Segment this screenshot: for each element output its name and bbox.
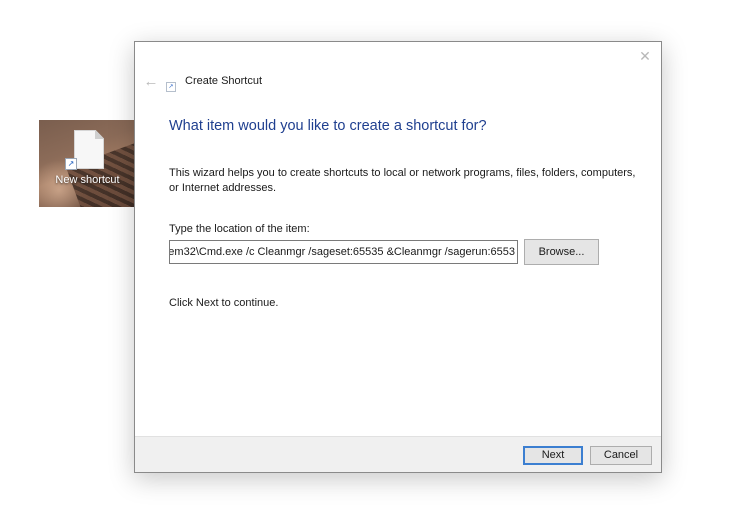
continue-instruction: Click Next to continue. xyxy=(169,297,279,309)
cancel-button[interactable]: Cancel xyxy=(590,446,652,465)
back-arrow-icon[interactable]: ← xyxy=(141,72,161,92)
shortcut-wizard-icon: ↗ xyxy=(166,82,176,92)
next-button[interactable]: Next xyxy=(523,446,583,465)
location-label: Type the location of the item: xyxy=(169,223,310,235)
dialog-footer: Next Cancel xyxy=(135,436,661,472)
blank-file-icon[interactable] xyxy=(74,130,104,169)
dialog-title: Create Shortcut xyxy=(185,75,263,87)
desktop-shortcut-label[interactable]: New shortcut xyxy=(39,174,136,186)
create-shortcut-dialog: ✕ ← ↗ Create Shortcut What item would yo… xyxy=(134,41,662,473)
location-input-value: C:\Windows\System32\Cmd.exe /c Cleanmgr … xyxy=(170,246,515,258)
browse-button[interactable]: Browse... xyxy=(524,239,599,265)
location-input[interactable]: C:\Windows\System32\Cmd.exe /c Cleanmgr … xyxy=(169,240,518,264)
shortcut-arrow-icon: ↗ xyxy=(65,158,77,170)
close-icon[interactable]: ✕ xyxy=(635,46,655,66)
wizard-heading: What item would you like to create a sho… xyxy=(169,118,487,134)
wizard-description: This wizard helps you to create shortcut… xyxy=(169,167,636,194)
